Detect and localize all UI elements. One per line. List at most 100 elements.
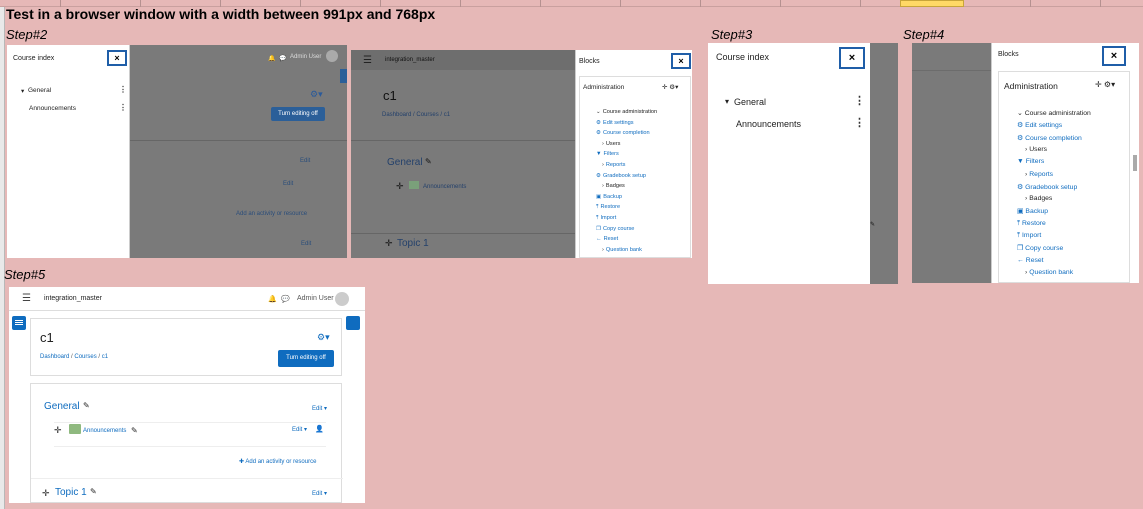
menu-icon[interactable]: ☰	[363, 55, 372, 66]
close-icon[interactable]: ×	[107, 50, 127, 66]
chevron-down-icon[interactable]: ▾	[725, 97, 729, 106]
activity-announcements[interactable]: Announcements	[83, 428, 126, 434]
admin-item[interactable]: ▣ Backup	[1017, 207, 1048, 215]
gear-icon[interactable]: ⚙▾	[317, 332, 330, 343]
edit-link[interactable]: Edit ▾	[312, 405, 327, 412]
admin-item[interactable]: ⌄ Course administration	[596, 109, 657, 115]
admin-item[interactable]: ⤒ Import	[1017, 232, 1041, 240]
close-icon[interactable]: ×	[839, 47, 865, 69]
blocks-toggle-icon[interactable]	[340, 69, 347, 83]
more-icon[interactable]: ⋮	[119, 103, 127, 112]
edit-link[interactable]: Edit	[283, 181, 293, 187]
admin-item[interactable]: › Badges	[602, 183, 625, 189]
chat-icon[interactable]: 💬	[279, 55, 286, 62]
admin-item[interactable]: ▼ Filters	[1017, 158, 1044, 165]
admin-item[interactable]: ⤒ Restore	[596, 204, 620, 211]
edit-mode-button[interactable]: Turn editing off	[271, 107, 325, 121]
breadcrumb-item[interactable]: Courses	[416, 112, 438, 118]
more-icon[interactable]: ⋮	[119, 85, 127, 94]
breadcrumb-item[interactable]: Dashboard	[40, 354, 69, 360]
site-name[interactable]: integration_master	[44, 295, 102, 302]
reset-icon: ←	[596, 236, 602, 243]
move-icon[interactable]: ✛	[396, 181, 404, 192]
course-index-toggle-icon[interactable]	[12, 316, 26, 330]
breadcrumb-item[interactable]: Courses	[74, 354, 96, 360]
avatar[interactable]	[335, 292, 349, 306]
activity-announcements[interactable]: Announcements	[736, 119, 801, 129]
admin-item[interactable]: ⚙ Course completion	[596, 130, 650, 136]
pencil-icon[interactable]: ✎	[425, 157, 432, 166]
breadcrumb-item[interactable]: Dashboard	[382, 112, 411, 118]
close-icon[interactable]: ×	[671, 53, 691, 69]
activity-announcements[interactable]: Announcements	[423, 184, 466, 190]
chat-icon[interactable]: 💬	[281, 295, 290, 303]
move-icon[interactable]: ✛	[54, 425, 62, 436]
add-activity-link[interactable]: Add an activity or resource	[236, 211, 307, 217]
section-topic[interactable]: Topic 1	[397, 238, 429, 249]
drawer-title: Course index	[716, 52, 770, 62]
avatar[interactable]	[326, 50, 338, 62]
close-icon[interactable]: ×	[1102, 46, 1126, 66]
admin-item[interactable]: › Users	[602, 141, 620, 147]
bell-icon[interactable]: 🔔	[268, 295, 277, 303]
admin-item[interactable]: ⚙ Gradebook setup	[1017, 183, 1077, 191]
admin-item[interactable]: › Question bank	[1025, 269, 1073, 276]
admin-item[interactable]: ⚙ Gradebook setup	[596, 173, 646, 179]
gear-icon[interactable]: ⚙▾	[310, 89, 323, 100]
pencil-icon[interactable]: ✎	[90, 487, 97, 496]
section-general[interactable]: General	[44, 401, 80, 412]
move-icon[interactable]: ✛	[385, 238, 393, 249]
user-icon[interactable]: 👤	[315, 425, 324, 433]
activity-announcements[interactable]: Announcements	[29, 105, 76, 112]
section-general[interactable]: General	[387, 157, 423, 168]
edit-link[interactable]: Edit ▾	[312, 490, 327, 497]
section-topic[interactable]: Topic 1	[55, 487, 87, 498]
more-icon[interactable]: ⋮	[854, 94, 865, 107]
add-activity-link[interactable]: ✚ Add an activity or resource	[239, 458, 316, 465]
filter-icon: ▼	[596, 151, 602, 158]
admin-item[interactable]: ← Reset	[596, 236, 618, 242]
backup-icon: ▣	[1017, 208, 1024, 216]
admin-item[interactable]: ⚙ Course completion	[1017, 134, 1082, 142]
user-name[interactable]: Admin User	[297, 295, 334, 302]
admin-item[interactable]: ❐ Copy course	[596, 226, 634, 232]
admin-item[interactable]: ❐ Copy course	[1017, 244, 1063, 252]
more-icon[interactable]: ⋮	[854, 116, 865, 129]
admin-item[interactable]: ⚙ Edit settings	[1017, 121, 1062, 129]
blocks-toggle-icon[interactable]	[346, 316, 360, 330]
pencil-icon[interactable]: ✎	[131, 426, 138, 435]
admin-item[interactable]: › Badges	[1025, 195, 1052, 202]
breadcrumb-item[interactable]: c1	[102, 354, 108, 360]
selected-cell[interactable]	[900, 0, 964, 7]
block-actions-icon[interactable]: ✛ ⚙▾	[1095, 80, 1115, 89]
admin-item[interactable]: › Reports	[602, 162, 625, 168]
user-name[interactable]: Admin User	[290, 54, 321, 60]
admin-item[interactable]: › Reports	[1025, 171, 1053, 178]
chevron-down-icon[interactable]: ▾	[21, 87, 24, 95]
block-actions-icon[interactable]: ✛ ⚙▾	[662, 83, 678, 91]
menu-icon[interactable]: ☰	[22, 293, 31, 304]
section-general[interactable]: General	[734, 97, 766, 107]
edit-link[interactable]: Edit	[301, 241, 311, 247]
edit-link[interactable]: Edit	[300, 158, 310, 164]
page-heading: Test in a browser window with a width be…	[6, 6, 436, 22]
admin-item[interactable]: ⤒ Restore	[1017, 220, 1046, 228]
edit-link[interactable]: Edit ▾	[292, 426, 307, 433]
admin-item[interactable]: ⚙ Edit settings	[596, 120, 634, 126]
admin-item[interactable]: › Question bank	[602, 247, 642, 253]
bell-icon[interactable]: 🔔	[268, 55, 275, 62]
admin-item[interactable]: ▣ Backup	[596, 194, 622, 200]
pencil-icon[interactable]: ✎	[83, 401, 90, 410]
section-general[interactable]: General	[28, 87, 51, 94]
admin-item[interactable]: ⌄ Course administration	[1017, 109, 1091, 117]
breadcrumb-item[interactable]: c1	[444, 112, 450, 118]
move-icon[interactable]: ✛	[42, 488, 50, 499]
blocks-drawer: Blocks × Administration ✛ ⚙▾ ⌄ Course adm…	[991, 43, 1139, 283]
admin-item[interactable]: › Users	[1025, 146, 1047, 153]
admin-item[interactable]: ⤒ Import	[596, 215, 616, 222]
turn-editing-off-button[interactable]: Turn editing off	[278, 350, 334, 367]
admin-item[interactable]: ▼ Filters	[596, 151, 619, 157]
scrollbar[interactable]	[1133, 155, 1137, 171]
site-name[interactable]: integration_master	[385, 57, 435, 63]
admin-item[interactable]: ← Reset	[1017, 257, 1044, 264]
